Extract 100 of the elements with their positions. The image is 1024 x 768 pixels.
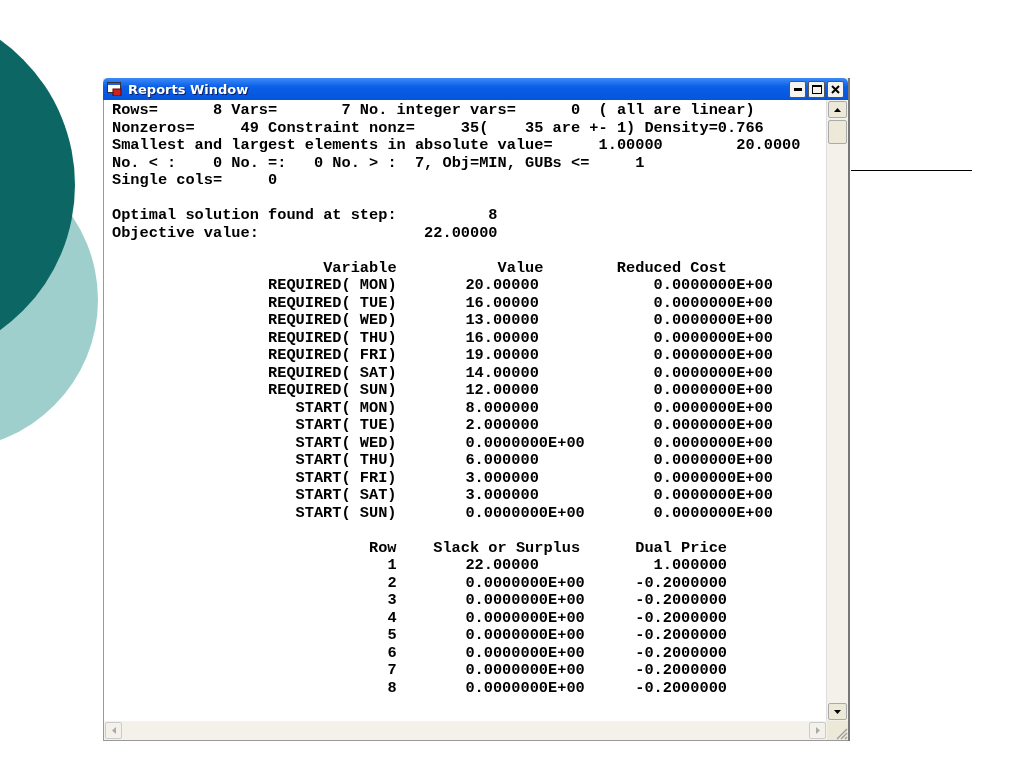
up-triangle-icon [834, 107, 841, 112]
table-cell: 22.00000 [465, 556, 539, 574]
table-cell: REQUIRED( MON) [268, 276, 397, 294]
scroll-down-button[interactable] [828, 703, 847, 720]
table-cell: 1 [387, 556, 397, 574]
report-line: Smallest and largest elements in absolute value= 1.00000 20.0000 [112, 137, 802, 155]
table-cell: 0.0000000E+00 [653, 276, 773, 294]
table-cell: START( TUE) [295, 416, 397, 434]
close-button[interactable] [827, 80, 844, 98]
table-cell: 0.0000000E+00 [653, 328, 773, 347]
right-triangle-icon [815, 727, 820, 734]
table-cell: 0.0000000E+00 [653, 346, 773, 364]
column-header: Variable [323, 258, 397, 277]
table-cell: 7 [387, 661, 397, 679]
close-icon [831, 84, 840, 94]
table-cell: START( MON) [295, 398, 397, 417]
table-cell: -0.2000000 [635, 573, 727, 592]
window-title: Reports Window [128, 81, 249, 97]
table-cell: 12.00000 [465, 381, 539, 399]
table-cell: 8 [387, 678, 397, 697]
table-cell: 0.0000000E+00 [653, 398, 773, 417]
table-cell: START( WED) [295, 433, 397, 452]
report-line: Nonzeros= 49 Constraint nonz= 35( 35 are +- 1) Density=0.766 [112, 119, 765, 137]
table-cell: 0.0000000E+00 [465, 591, 585, 609]
column-header: Value [497, 258, 544, 277]
table-cell: -0.2000000 [635, 591, 727, 609]
vertical-scrollbar[interactable] [826, 100, 848, 721]
table-cell: 2.000000 [465, 416, 539, 434]
table-cell: 6 [387, 643, 397, 662]
table-cell: 4 [387, 608, 397, 627]
size-grip-icon[interactable] [836, 728, 848, 740]
table-cell: REQUIRED( SUN) [268, 381, 397, 399]
table-cell: 3.000000 [465, 486, 539, 504]
table-cell: 0.0000000E+00 [653, 468, 773, 487]
scroll-left-button[interactable] [105, 722, 122, 739]
table-cell: 3.000000 [465, 468, 539, 487]
table-cell: 13.00000 [465, 311, 539, 329]
table-cell: REQUIRED( SAT) [268, 363, 397, 382]
table-cell: 0.0000000E+00 [653, 311, 773, 329]
table-cell: 0.0000000E+00 [653, 293, 773, 312]
solution-value: 8 [488, 207, 498, 225]
table-cell: 1.000000 [653, 556, 727, 574]
table-cell: 16.00000 [465, 328, 539, 347]
table-cell: REQUIRED( FRI) [268, 346, 397, 364]
table-cell: 6.000000 [465, 451, 539, 469]
table-cell: START( SUN) [295, 503, 397, 522]
table-cell: -0.2000000 [635, 608, 727, 627]
report-line: Single cols= 0 [112, 172, 279, 190]
table-cell: 3 [387, 591, 397, 609]
table-cell: 0.0000000E+00 [653, 381, 773, 399]
table-cell: START( FRI) [295, 468, 397, 487]
table-cell: REQUIRED( THU) [268, 328, 397, 347]
scrollbar-thumb[interactable] [828, 120, 847, 144]
table-cell: -0.2000000 [635, 678, 727, 697]
scroll-up-button[interactable] [828, 101, 847, 118]
table-cell: START( SAT) [295, 486, 397, 504]
table-cell: -0.2000000 [635, 626, 727, 644]
column-header: Slack or Surplus [433, 538, 581, 557]
app-icon [107, 82, 122, 96]
solution-label: Objective value: [112, 224, 259, 242]
table-cell: 0.0000000E+00 [653, 451, 773, 469]
table-cell: 0.0000000E+00 [465, 643, 585, 662]
table-cell: START( THU) [295, 451, 397, 469]
solution-value: 22.00000 [424, 224, 498, 242]
table-cell: 20.00000 [465, 276, 539, 294]
column-header: Row [369, 538, 397, 557]
table-cell: 0.0000000E+00 [653, 416, 773, 434]
minimize-icon [793, 87, 802, 91]
table-cell: 0.0000000E+00 [465, 573, 585, 592]
table-cell: 2 [387, 573, 397, 592]
table-cell: 0.0000000E+00 [465, 503, 585, 522]
column-header: Dual Price [635, 538, 727, 557]
table-cell: 19.00000 [465, 346, 539, 364]
table-cell: 8.000000 [465, 398, 539, 417]
down-triangle-icon [834, 709, 841, 714]
table-cell: 0.0000000E+00 [465, 678, 585, 697]
table-cell: 0.0000000E+00 [465, 661, 585, 679]
column-header: Reduced Cost [616, 258, 727, 277]
minimize-button[interactable] [789, 80, 806, 98]
maximize-button[interactable] [808, 80, 825, 98]
horizontal-scrollbar[interactable] [104, 721, 827, 740]
table-cell: REQUIRED( WED) [268, 311, 397, 329]
table-cell: 14.00000 [465, 363, 539, 382]
table-cell: REQUIRED( TUE) [268, 293, 397, 312]
table-cell: 0.0000000E+00 [465, 608, 585, 627]
table-cell: 0.0000000E+00 [653, 363, 773, 382]
table-cell: -0.2000000 [635, 643, 727, 662]
table-cell: 0.0000000E+00 [653, 433, 773, 452]
table-cell: 0.0000000E+00 [465, 626, 585, 644]
left-triangle-icon [111, 727, 116, 734]
table-cell: -0.2000000 [635, 661, 727, 679]
maximize-icon [811, 84, 822, 94]
table-cell: 0.0000000E+00 [653, 503, 773, 522]
table-cell: 5 [387, 626, 397, 644]
table-cell: 16.00000 [465, 293, 539, 312]
report-line: Rows= 8 Vars= 7 No. integer vars= 0 ( all are linear) [112, 102, 756, 120]
table-cell: 0.0000000E+00 [465, 433, 585, 452]
solution-label: Optimal solution found at step: [112, 207, 397, 225]
table-cell: 0.0000000E+00 [653, 486, 773, 504]
report-line: No. < : 0 No. =: 0 No. > : 7, Obj=MIN, GUBs <= 1 [112, 154, 646, 172]
